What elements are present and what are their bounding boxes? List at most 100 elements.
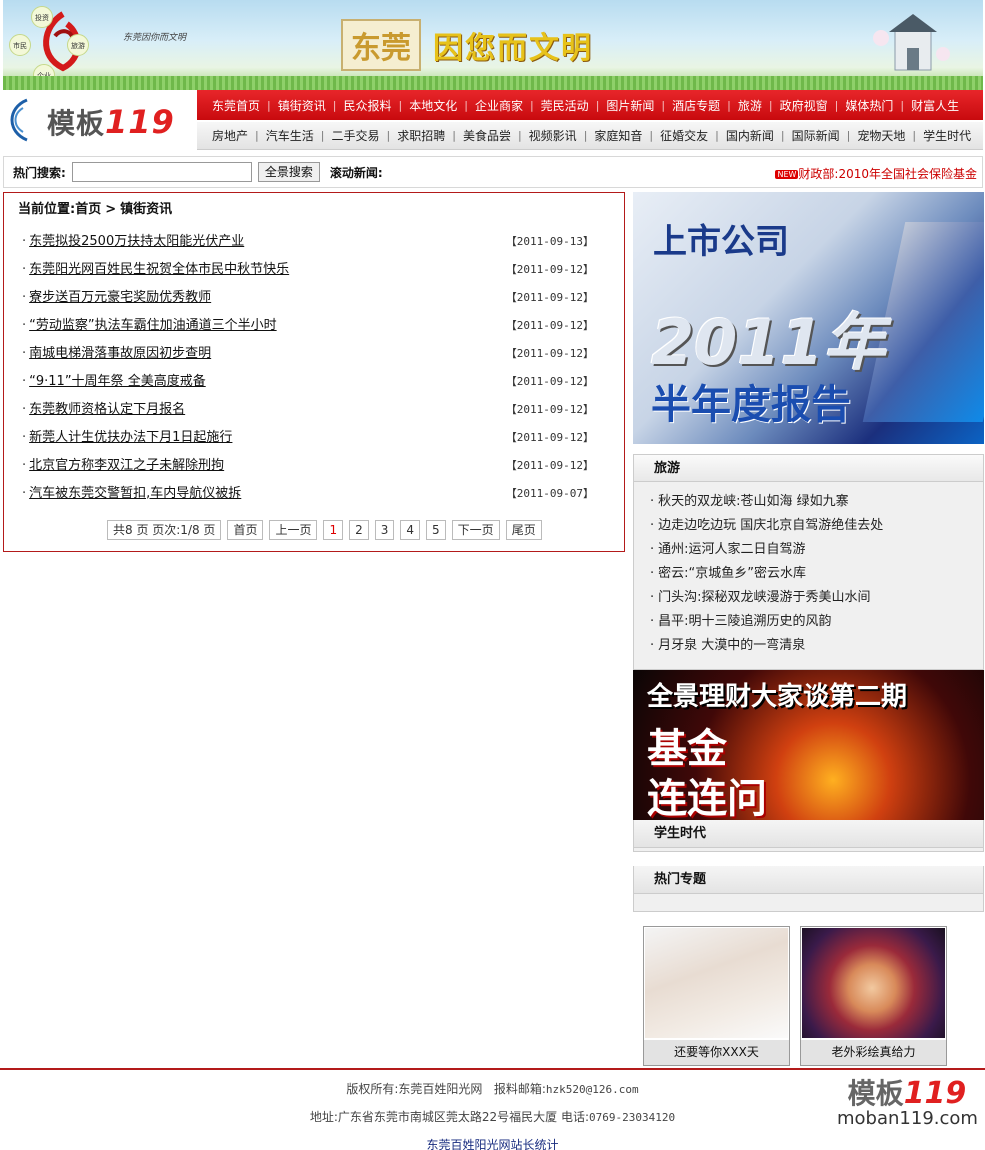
- bullet-icon: ·: [22, 458, 27, 473]
- secondary-nav-item-10[interactable]: 宠物天地: [850, 127, 912, 144]
- primary-nav-item-3[interactable]: 本地文化: [402, 97, 464, 114]
- pager-prev[interactable]: 上一页: [269, 520, 318, 540]
- travel-item[interactable]: · 秋天的双龙峡:苍山如海 绿如九寨: [650, 490, 983, 514]
- search-button[interactable]: 全景搜索: [257, 162, 320, 182]
- primary-nav-item-9[interactable]: 政府视窗: [773, 97, 835, 114]
- banner-grass: [3, 76, 983, 90]
- secondary-nav-item-1[interactable]: 汽车生活: [259, 127, 321, 144]
- ad-finance[interactable]: 全景理财大家谈第二期 基金 连连问: [633, 670, 984, 820]
- thumb-item[interactable]: 老外彩绘真给力: [800, 926, 947, 1066]
- travel-item[interactable]: · 密云:“京城鱼乡”密云水库: [650, 562, 983, 586]
- article-link[interactable]: 东莞教师资格认定下月报名: [29, 402, 185, 417]
- article-link[interactable]: 东莞阳光网百姓民生祝贺全体市民中秋节快乐: [29, 262, 289, 277]
- ad-finance-line1: 全景理财大家谈第二期: [647, 682, 908, 712]
- site-logo[interactable]: 模板119: [3, 90, 196, 150]
- primary-nav-item-7[interactable]: 酒店专题: [665, 97, 727, 114]
- article-link[interactable]: 寮步送百万元豪宅奖励优秀教师: [29, 290, 211, 305]
- hot-topics-title[interactable]: 热门专题: [634, 866, 983, 894]
- article-date: 【2011-09-12】: [505, 431, 594, 444]
- article-date: 【2011-09-12】: [505, 319, 594, 332]
- article-date: 【2011-09-12】: [505, 459, 594, 472]
- article-row: · 新莞人计生优扶办法下月1日起施行 【2011-09-12】: [22, 427, 594, 455]
- pager-page-3[interactable]: 3: [374, 520, 395, 540]
- secondary-nav-item-2[interactable]: 二手交易: [324, 127, 386, 144]
- secondary-nav-item-4[interactable]: 美食品尝: [456, 127, 518, 144]
- article-date: 【2011-09-12】: [505, 263, 594, 276]
- article-link[interactable]: 南城电梯滑落事故原因初步查明: [29, 346, 211, 361]
- bullet-icon: ·: [22, 318, 27, 333]
- search-label: 热门搜索:: [13, 165, 66, 180]
- primary-nav-item-8[interactable]: 旅游: [731, 97, 769, 114]
- footer-logo[interactable]: 模板119 moban119.com: [837, 1072, 978, 1138]
- thumb-image: [802, 928, 945, 1038]
- primary-nav-item-4[interactable]: 企业商家: [468, 97, 530, 114]
- travel-item[interactable]: · 通州:运河人家二日自驾游: [650, 538, 983, 562]
- secondary-nav-item-6[interactable]: 家庭知音: [587, 127, 649, 144]
- secondary-nav-item-0[interactable]: 房地产: [205, 127, 255, 144]
- article-link[interactable]: 东莞拟投2500万扶持太阳能光伏产业: [29, 234, 244, 249]
- bubble-citizen: 市民: [9, 34, 31, 56]
- secondary-nav-item-7[interactable]: 征婚交友: [653, 127, 715, 144]
- article-link[interactable]: “9·11”十周年祭 全美高度戒备: [29, 374, 206, 389]
- travel-item[interactable]: · 昌平:明十三陵追溯历史的风韵: [650, 610, 983, 634]
- pager-page-5[interactable]: 5: [426, 520, 446, 540]
- secondary-nav-item-3[interactable]: 求职招聘: [390, 127, 452, 144]
- travel-item[interactable]: · 门头沟:探秘双龙峡漫游于秀美山水间: [650, 586, 983, 610]
- footer-stats-link[interactable]: 东莞百姓阳光网站长统计: [0, 1136, 985, 1150]
- article-date: 【2011-09-12】: [505, 347, 594, 360]
- search-input[interactable]: [71, 162, 252, 182]
- secondary-nav: 房地产 | 汽车生活 | 二手交易 | 求职招聘 | 美食品尝 | 视频影讯 | 家庭知音 | 征婚交友 | 国…: [197, 122, 983, 150]
- article-date: 【2011-09-07】: [505, 487, 594, 500]
- scroll-news-label: 滚动新闻:: [329, 165, 383, 180]
- travel-item[interactable]: · 边走边吃边玩 国庆北京自驾游绝佳去处: [650, 514, 983, 538]
- pager-next[interactable]: 下一页: [451, 520, 500, 540]
- article-link[interactable]: 新莞人计生优扶办法下月1日起施行: [29, 430, 232, 445]
- pager-page-1[interactable]: 1: [323, 520, 344, 540]
- article-row: · “劳动监察”执法车霸住加油通道三个半小时 【2011-09-12】: [22, 315, 594, 343]
- bullet-icon: ·: [650, 590, 655, 605]
- article-link[interactable]: 汽车被东莞交警暂扣,车内导航仪被拆: [29, 486, 241, 501]
- news-ticker[interactable]: NEW 财政部:2010年全国社会保险基金: [775, 165, 977, 182]
- primary-nav-item-0[interactable]: 东莞首页: [205, 97, 267, 114]
- travel-item[interactable]: · 月牙泉 大漠中的一弯清泉: [650, 634, 983, 658]
- copyright-text: 版权所有:东莞百姓阳光网: [346, 1082, 483, 1096]
- primary-nav-item-10[interactable]: 媒体热门: [838, 97, 900, 114]
- footer-logo-url: moban119.com: [837, 1108, 978, 1129]
- secondary-nav-item-9[interactable]: 国际新闻: [785, 127, 847, 144]
- secondary-nav-item-8[interactable]: 国内新闻: [719, 127, 781, 144]
- thumb-caption: 老外彩绘真给力: [801, 1040, 946, 1065]
- pager-page-2[interactable]: 2: [349, 520, 369, 540]
- article-link[interactable]: 北京官方称李双江之子未解除刑拘: [29, 458, 224, 473]
- bullet-icon: ·: [22, 486, 27, 501]
- ticker-text: 财政部:2010年全国社会保险基金: [798, 167, 977, 181]
- pager-first[interactable]: 首页: [227, 520, 264, 540]
- pager-page-4[interactable]: 4: [400, 520, 421, 540]
- primary-nav-item-2[interactable]: 民众报料: [336, 97, 398, 114]
- ad-report-line1: 上市公司: [653, 222, 789, 262]
- primary-nav-item-11[interactable]: 财富人生: [904, 97, 966, 114]
- student-title[interactable]: 学生时代: [634, 820, 983, 848]
- bubble-travel: 旅游: [67, 34, 89, 56]
- article-list: · 东莞拟投2500万扶持太阳能光伏产业 【2011-09-13】 · 东莞阳光网百姓民…: [22, 231, 594, 511]
- breadcrumb-home[interactable]: 当前位置:首页: [18, 202, 101, 217]
- primary-nav-item-1[interactable]: 镇街资讯: [271, 97, 333, 114]
- thumb-item[interactable]: 还要等你XXX天: [643, 926, 790, 1066]
- article-row: · 汽车被东莞交警暂扣,车内导航仪被拆 【2011-09-07】: [22, 483, 594, 511]
- ad-annual-report[interactable]: 上市公司 2011年 半年度报告: [633, 192, 984, 444]
- secondary-nav-item-11[interactable]: 学生时代: [916, 127, 978, 144]
- breadcrumb-current[interactable]: 镇街资讯: [120, 202, 172, 217]
- article-link[interactable]: “劳动监察”执法车霸住加油通道三个半小时: [29, 318, 276, 333]
- email-value[interactable]: hzk520@126.com: [546, 1083, 639, 1096]
- bullet-icon: ·: [650, 518, 655, 533]
- bullet-icon: ·: [22, 346, 27, 361]
- thumb-gallery: 还要等你XXX天 老外彩绘真给力: [633, 926, 984, 1086]
- bullet-icon: ·: [650, 614, 655, 629]
- pager-last[interactable]: 尾页: [505, 520, 542, 540]
- slogan-motto: 因您而文明: [433, 31, 593, 66]
- primary-nav: 东莞首页 | 镇街资讯 | 民众报料 | 本地文化 | 企业商家 | 莞民活动 | 图片新闻 | 酒店专题 |…: [197, 90, 983, 120]
- primary-nav-item-5[interactable]: 莞民活动: [534, 97, 596, 114]
- secondary-nav-item-5[interactable]: 视频影讯: [522, 127, 584, 144]
- article-date: 【2011-09-12】: [505, 375, 594, 388]
- ad-report-line3: 半年度报告: [651, 382, 851, 428]
- primary-nav-item-6[interactable]: 图片新闻: [599, 97, 661, 114]
